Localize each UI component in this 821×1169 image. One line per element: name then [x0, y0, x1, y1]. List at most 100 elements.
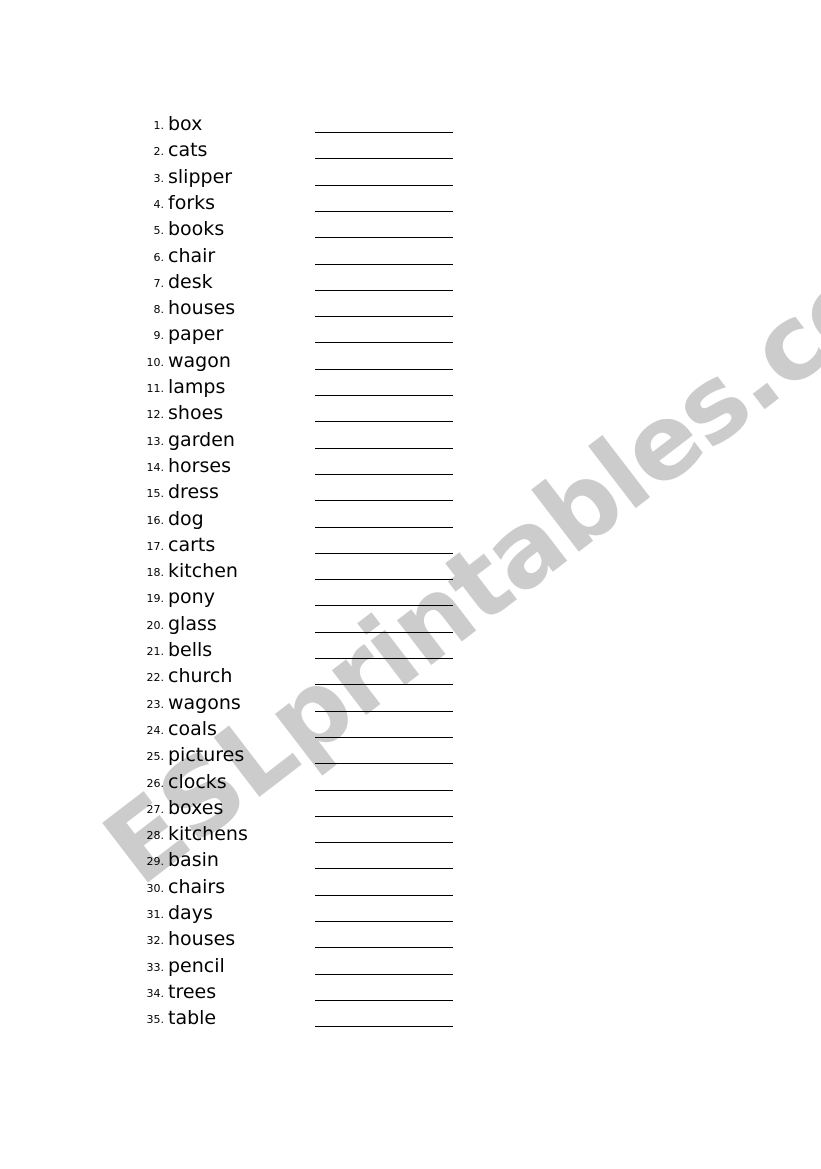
answer-blank-line[interactable] [315, 999, 453, 1001]
list-item: 10. wagon [0, 350, 821, 376]
answer-blank-line[interactable] [315, 552, 453, 554]
answer-blank-line[interactable] [315, 289, 453, 291]
answer-blank-line[interactable] [315, 132, 453, 133]
list-item-number: 21. [146, 645, 165, 658]
list-item-word: dog [168, 507, 204, 530]
list-item: 9. paper [0, 323, 821, 349]
answer-blank-line[interactable] [315, 368, 453, 370]
answer-blank-line[interactable] [315, 237, 453, 239]
answer-blank-line[interactable] [315, 736, 453, 738]
list-item-number: 9. [153, 329, 165, 343]
answer-blank-line[interactable] [315, 342, 453, 344]
answer-blank-line[interactable] [315, 500, 453, 502]
list-item-number: 22. [146, 671, 165, 685]
answer-blank-line[interactable] [315, 894, 453, 896]
list-item: 13. garden [0, 429, 821, 455]
list-item-word: trees [168, 980, 217, 1003]
list-item: 11. lamps [0, 376, 821, 402]
list-item: 20. glass [0, 613, 821, 639]
list-item-word: kitchen [168, 560, 238, 583]
list-item-number: 11. [146, 382, 165, 395]
answer-blank-line[interactable] [315, 973, 453, 975]
list-item-number: 31. [146, 908, 165, 921]
list-item-word: kitchens [168, 823, 248, 846]
list-item-number: 34. [146, 986, 165, 1000]
list-item: 28. kitchens [0, 823, 821, 849]
list-item-number: 18. [146, 566, 165, 580]
answer-blank-line[interactable] [315, 631, 453, 633]
list-item-word: wagons [168, 691, 241, 714]
answer-blank-line[interactable] [315, 447, 453, 449]
answer-blank-line[interactable] [315, 579, 453, 581]
answer-blank-line[interactable] [315, 316, 453, 318]
answer-blank-line[interactable] [315, 684, 453, 686]
list-item: 6. chair [0, 245, 821, 271]
list-item-number: 8. [153, 303, 165, 317]
answer-blank-line[interactable] [315, 763, 453, 765]
list-item-number: 7. [153, 276, 165, 290]
answer-blank-line[interactable] [315, 1026, 453, 1028]
answer-blank-line[interactable] [315, 395, 453, 396]
list-item: 25. pictures [0, 744, 821, 770]
list-item-number: 16. [146, 513, 165, 527]
answer-blank-line[interactable] [315, 842, 453, 844]
list-item-number: 3. [153, 171, 165, 185]
answer-blank-line[interactable] [315, 921, 453, 922]
list-item-word: lamps [168, 376, 226, 398]
answer-blank-line[interactable] [315, 526, 453, 528]
list-item-number: 35. [146, 1013, 165, 1027]
list-item-word: shoes [168, 402, 224, 425]
list-item-number: 20. [146, 618, 165, 632]
list-item-number: 19. [146, 592, 165, 606]
list-item-word: bells [168, 639, 213, 661]
list-item: 14. horses [0, 455, 821, 481]
list-item-number: 5. [153, 224, 165, 238]
answer-blank-line[interactable] [315, 184, 453, 186]
list-item-word: houses [168, 928, 236, 951]
list-item: 27. boxes [0, 797, 821, 823]
list-item-number: 30. [146, 881, 165, 895]
answer-blank-line[interactable] [315, 263, 453, 265]
answer-blank-line[interactable] [315, 210, 453, 212]
list-item: 12. shoes [0, 402, 821, 428]
list-item-number: 24. [146, 723, 165, 737]
answer-blank-line[interactable] [315, 789, 453, 791]
answer-blank-line[interactable] [315, 868, 453, 870]
list-item: 15. dress [0, 481, 821, 507]
list-item-number: 14. [146, 460, 165, 474]
list-item-number: 4. [153, 197, 165, 211]
list-item-number: 28. [146, 829, 165, 843]
list-item-number: 29. [146, 855, 165, 869]
list-item: 21. bells [0, 639, 821, 665]
list-item-word: slipper [168, 165, 233, 188]
list-item-number: 17. [146, 539, 165, 553]
answer-blank-line[interactable] [315, 815, 453, 817]
answer-blank-line[interactable] [315, 421, 453, 423]
list-item-word: clocks [168, 770, 227, 793]
list-item-word: pictures [168, 744, 245, 767]
answer-blank-line[interactable] [315, 947, 453, 949]
list-item: 19. pony [0, 586, 821, 612]
list-item: 1. box [0, 113, 821, 139]
list-item-number: 2. [153, 145, 165, 159]
answer-blank-line[interactable] [315, 710, 453, 712]
answer-blank-line[interactable] [315, 605, 453, 607]
list-item: 2. cats [0, 139, 821, 165]
list-item-word: wagon [168, 349, 231, 372]
list-item-word: pony [168, 586, 215, 609]
list-item-number: 10. [146, 355, 165, 369]
list-item-word: horses [168, 454, 231, 477]
list-item: 5. books [0, 218, 821, 244]
list-item-number: 6. [153, 250, 165, 264]
list-item: 7. desk [0, 271, 821, 297]
list-item: 26. clocks [0, 771, 821, 797]
list-item: 30. chairs [0, 876, 821, 902]
list-item-word: garden [168, 428, 235, 451]
list-item-word: chairs [168, 875, 226, 898]
answer-blank-line[interactable] [315, 158, 453, 160]
list-item-number: 26. [146, 776, 165, 790]
answer-blank-line[interactable] [315, 473, 453, 475]
list-item-word: houses [168, 297, 236, 320]
list-item: 8. houses [0, 297, 821, 323]
answer-blank-line[interactable] [315, 658, 453, 659]
